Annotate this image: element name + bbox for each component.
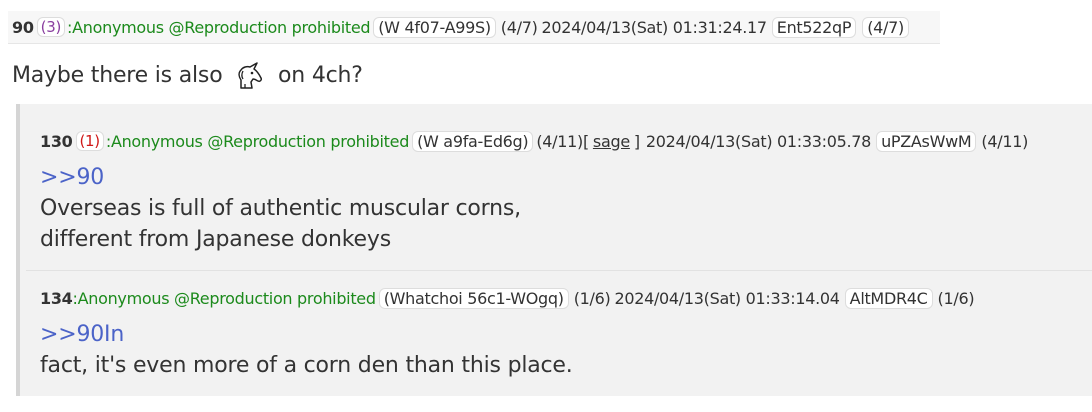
- message-text: Maybe there is also: [12, 63, 223, 88]
- unicorn-emoji-icon: [235, 62, 265, 90]
- poster-id[interactable]: (Whatchoi 56c1-WOgq): [378, 287, 569, 309]
- message-text-end: on 4ch?: [278, 63, 363, 88]
- poster-id[interactable]: (W 4f07-A99S): [373, 16, 496, 38]
- poster-name: :Anonymous @Reproduction prohibited: [72, 288, 377, 308]
- message-line-2: different from Japanese donkeys: [40, 227, 391, 252]
- reply-count[interactable]: (3): [36, 17, 66, 37]
- sage-bracket: ]: [633, 131, 640, 151]
- post-134-message: >>90In fact, it's even more of a corn de…: [40, 319, 573, 381]
- quote-link[interactable]: >>90: [40, 162, 521, 193]
- poster-trip[interactable]: Ent522qP: [771, 16, 857, 38]
- quote-link[interactable]: >>90In: [40, 319, 573, 350]
- message-line-1: Overseas is full of authentic muscular c…: [40, 196, 521, 221]
- message-line-1: fact, it's even more of a corn den than …: [40, 353, 573, 378]
- poster-id[interactable]: (W a9fa-Ed6g): [412, 130, 534, 152]
- post-130-header: 130 (1) :Anonymous @Reproduction prohibi…: [40, 128, 1030, 154]
- post-count-2: (1/6): [937, 288, 975, 308]
- poster-trip[interactable]: AltMDR4C: [844, 287, 933, 309]
- post-datetime: 2024/04/13(Sat) 01:33:05.78: [645, 131, 872, 151]
- post-count-box[interactable]: (4/7): [862, 16, 909, 38]
- post-134-header: 134 :Anonymous @Reproduction prohibited …: [40, 285, 976, 311]
- post-count-2: (4/11): [981, 131, 1029, 151]
- post-90-message: Maybe there is also on 4ch?: [12, 60, 363, 91]
- post-number[interactable]: 90: [12, 18, 34, 37]
- post-130-message: >>90 Overseas is full of authentic muscu…: [40, 162, 521, 255]
- post-datetime: 2024/04/13(Sat) 01:31:24.17: [541, 17, 768, 37]
- post-count: (1/6): [573, 288, 611, 308]
- sage-label[interactable]: sage: [593, 132, 630, 151]
- poster-trip[interactable]: uPZAsWwM: [876, 130, 977, 152]
- poster-name: :Anonymous @Reproduction prohibited: [67, 17, 371, 37]
- post-number[interactable]: 134: [40, 289, 73, 308]
- post-90-header: 90 (3) :Anonymous @Reproduction prohibit…: [12, 14, 912, 40]
- post-count: (4/11)[: [536, 131, 589, 151]
- reply-count[interactable]: (1): [75, 131, 104, 151]
- post-datetime: 2024/04/13(Sat) 01:33:14.04: [614, 288, 840, 308]
- post-number[interactable]: 130: [40, 132, 73, 151]
- poster-name: :Anonymous @Reproduction prohibited: [105, 131, 410, 151]
- reply-separator: [26, 270, 1092, 271]
- post-count: (4/7): [500, 17, 538, 37]
